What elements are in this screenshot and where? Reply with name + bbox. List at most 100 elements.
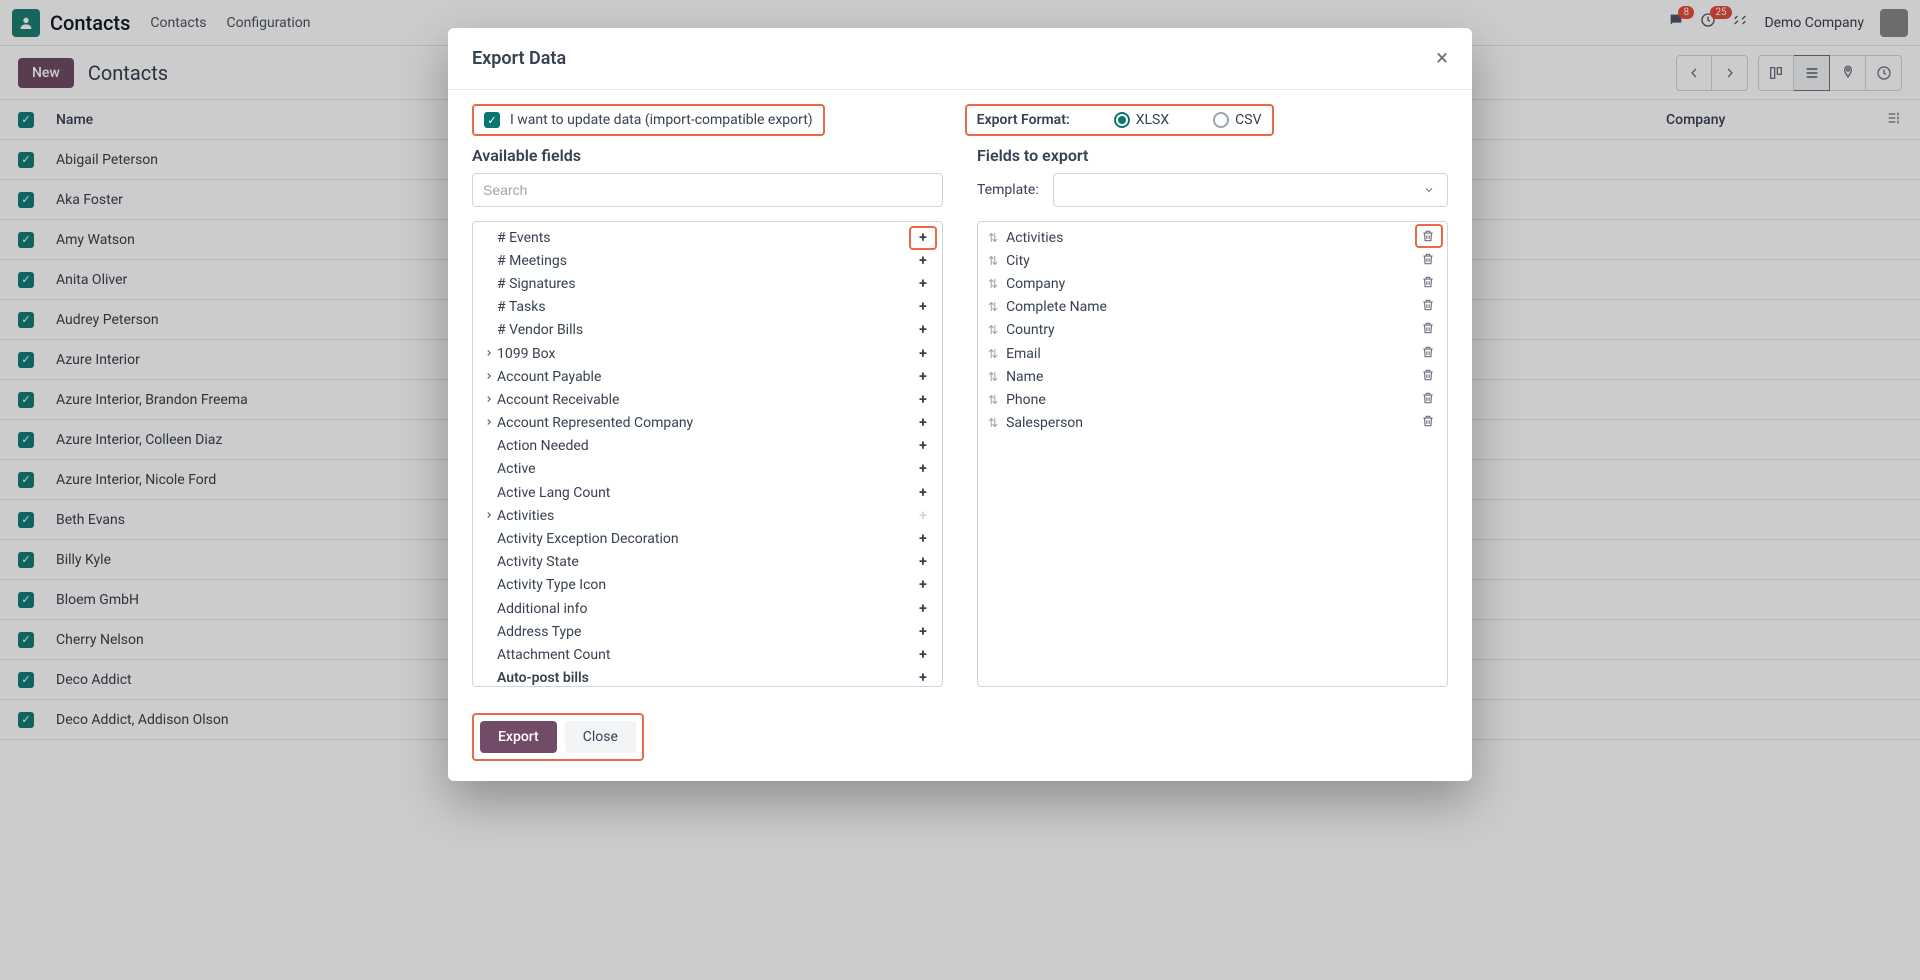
available-field-row[interactable]: Action Needed + bbox=[473, 435, 942, 458]
drag-handle-icon[interactable]: ⇅ bbox=[988, 370, 998, 384]
add-field-icon[interactable]: + bbox=[914, 508, 932, 524]
available-fields-box: # Events + # Meetings + # Signatures + #… bbox=[472, 221, 943, 687]
available-field-row[interactable]: Active + bbox=[473, 458, 942, 481]
add-field-icon[interactable]: + bbox=[914, 577, 932, 593]
available-field-row[interactable]: Additional info + bbox=[473, 597, 942, 620]
field-label: Account Payable bbox=[497, 369, 914, 385]
search-input[interactable] bbox=[472, 173, 943, 207]
expand-icon[interactable] bbox=[483, 392, 495, 408]
add-field-icon[interactable]: + bbox=[914, 322, 932, 338]
remove-field-icon[interactable] bbox=[1419, 368, 1437, 386]
available-field-row[interactable]: Account Payable + bbox=[473, 365, 942, 388]
drag-handle-icon[interactable]: ⇅ bbox=[988, 277, 998, 291]
export-button[interactable]: Export bbox=[480, 721, 557, 753]
add-field-icon[interactable]: + bbox=[914, 624, 932, 640]
remove-field-icon[interactable] bbox=[1419, 252, 1437, 270]
available-field-row[interactable]: # Tasks + bbox=[473, 296, 942, 319]
add-field-icon[interactable]: + bbox=[914, 276, 932, 292]
expand-icon[interactable] bbox=[483, 415, 495, 431]
drag-handle-icon[interactable]: ⇅ bbox=[988, 300, 998, 314]
add-field-icon[interactable]: + bbox=[914, 369, 932, 385]
add-field-icon[interactable]: + bbox=[914, 438, 932, 454]
close-icon[interactable]: × bbox=[1436, 46, 1448, 71]
field-label: # Vendor Bills bbox=[497, 322, 914, 338]
add-field-icon[interactable]: + bbox=[914, 461, 932, 477]
export-field-row[interactable]: ⇅ Company bbox=[978, 272, 1447, 295]
modal-title: Export Data bbox=[472, 48, 566, 69]
available-field-row[interactable]: Activity Exception Decoration + bbox=[473, 527, 942, 550]
available-field-row[interactable]: Activity Type Icon + bbox=[473, 574, 942, 597]
available-field-row[interactable]: Active Lang Count + bbox=[473, 481, 942, 504]
radio-csv[interactable]: CSV bbox=[1213, 112, 1261, 128]
drag-handle-icon[interactable]: ⇅ bbox=[988, 393, 998, 407]
available-field-row[interactable]: Activity State + bbox=[473, 551, 942, 574]
remove-field-icon[interactable] bbox=[1419, 345, 1437, 363]
export-field-row[interactable]: ⇅ Salesperson bbox=[978, 412, 1447, 435]
template-select[interactable] bbox=[1053, 173, 1448, 207]
add-field-icon[interactable]: + bbox=[914, 253, 932, 269]
export-field-label: Email bbox=[1006, 346, 1419, 362]
export-field-row[interactable]: ⇅ Country bbox=[978, 319, 1447, 342]
remove-field-icon[interactable] bbox=[1419, 391, 1437, 409]
export-field-row[interactable]: ⇅ Email bbox=[978, 342, 1447, 365]
export-modal: Export Data × ✓ I want to update data (i… bbox=[448, 28, 1472, 781]
export-field-row[interactable]: ⇅ Name bbox=[978, 365, 1447, 388]
available-field-row[interactable]: Activities + bbox=[473, 504, 942, 527]
add-field-icon[interactable]: + bbox=[914, 299, 932, 315]
remove-field-icon[interactable] bbox=[1419, 414, 1437, 432]
export-field-label: Country bbox=[1006, 322, 1419, 338]
field-label: Account Receivable bbox=[497, 392, 914, 408]
field-label: Additional info bbox=[497, 601, 914, 617]
add-field-icon[interactable]: + bbox=[914, 647, 932, 663]
available-field-row[interactable]: # Meetings + bbox=[473, 249, 942, 272]
drag-handle-icon[interactable]: ⇅ bbox=[988, 416, 998, 430]
available-field-row[interactable]: # Vendor Bills + bbox=[473, 319, 942, 342]
export-field-row[interactable]: ⇅ Complete Name bbox=[978, 296, 1447, 319]
field-label: # Signatures bbox=[497, 276, 914, 292]
add-field-icon[interactable]: + bbox=[914, 392, 932, 408]
expand-icon[interactable] bbox=[483, 369, 495, 385]
available-field-row[interactable]: Attachment Count + bbox=[473, 643, 942, 666]
radio-xlsx[interactable]: XLSX bbox=[1114, 112, 1169, 128]
add-field-icon[interactable]: + bbox=[914, 670, 932, 686]
available-field-row[interactable]: Account Receivable + bbox=[473, 388, 942, 411]
export-format-group: Export Format: XLSX CSV bbox=[965, 104, 1274, 136]
export-field-label: Salesperson bbox=[1006, 415, 1419, 431]
remove-field-icon[interactable] bbox=[1419, 321, 1437, 339]
add-field-icon[interactable]: + bbox=[914, 601, 932, 617]
drag-handle-icon[interactable]: ⇅ bbox=[988, 323, 998, 337]
export-field-row[interactable]: ⇅ Phone bbox=[978, 388, 1447, 411]
update-data-option: ✓ I want to update data (import-compatib… bbox=[472, 104, 825, 136]
export-field-label: Phone bbox=[1006, 392, 1419, 408]
chevron-down-icon bbox=[1423, 184, 1435, 196]
export-field-label: Company bbox=[1006, 276, 1419, 292]
available-field-row[interactable]: Account Represented Company + bbox=[473, 412, 942, 435]
remove-field-icon[interactable] bbox=[1419, 275, 1437, 293]
expand-icon[interactable] bbox=[483, 508, 495, 524]
field-label: # Tasks bbox=[497, 299, 914, 315]
export-field-label: Activities bbox=[1006, 230, 1419, 246]
export-field-row[interactable]: ⇅ Activities bbox=[978, 226, 1447, 249]
available-field-row[interactable]: Address Type + bbox=[473, 620, 942, 643]
available-field-row[interactable]: # Signatures + bbox=[473, 272, 942, 295]
available-field-row[interactable]: 1099 Box + bbox=[473, 342, 942, 365]
add-field-icon[interactable]: + bbox=[914, 485, 932, 501]
available-field-row[interactable]: Auto-post bills + bbox=[473, 667, 942, 687]
add-field-icon[interactable]: + bbox=[914, 531, 932, 547]
remove-field-icon[interactable] bbox=[1419, 298, 1437, 316]
drag-handle-icon[interactable]: ⇅ bbox=[988, 347, 998, 361]
drag-handle-icon[interactable]: ⇅ bbox=[988, 231, 998, 245]
add-field-icon[interactable]: + bbox=[914, 346, 932, 362]
close-button[interactable]: Close bbox=[565, 721, 636, 753]
update-data-checkbox[interactable]: ✓ bbox=[484, 112, 500, 128]
add-field-icon[interactable]: + bbox=[914, 415, 932, 431]
available-field-row[interactable]: # Events + bbox=[473, 226, 942, 249]
drag-handle-icon[interactable]: ⇅ bbox=[988, 254, 998, 268]
expand-icon[interactable] bbox=[483, 346, 495, 362]
highlight-add-icon bbox=[909, 226, 937, 250]
update-data-label[interactable]: I want to update data (import-compatible… bbox=[510, 112, 813, 128]
field-label: Activity Type Icon bbox=[497, 577, 914, 593]
export-field-row[interactable]: ⇅ City bbox=[978, 249, 1447, 272]
add-field-icon[interactable]: + bbox=[914, 554, 932, 570]
export-field-label: Name bbox=[1006, 369, 1419, 385]
